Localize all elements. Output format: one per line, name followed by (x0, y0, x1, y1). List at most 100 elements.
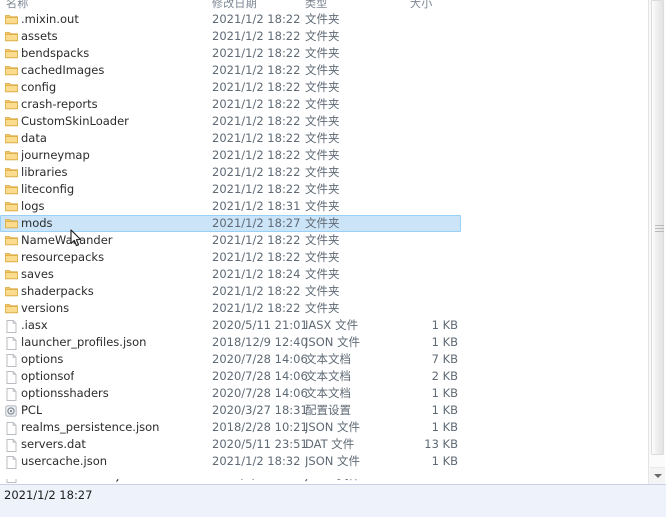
folder-icon (5, 269, 18, 280)
file-date-cell: 2021/1/2 18:22 (212, 284, 301, 298)
file-type-cell: JSON 文件 (305, 454, 361, 468)
file-size-cell (404, 147, 458, 164)
file-type-cell: 文件夹 (305, 165, 340, 179)
file-name-cell: CustomSkinLoader (21, 114, 129, 128)
file-size-cell (404, 113, 458, 130)
file-date-cell: 2021/1/2 18:22 (212, 301, 301, 315)
file-date-cell: 2018/2/28 10:21 (212, 420, 308, 434)
file-name-cell: saves (21, 267, 54, 281)
chevron-down-icon (654, 474, 662, 478)
file-list-row[interactable]: optionsof 2020/7/28 14:06 文本文档 2 KB (0, 368, 648, 385)
file-list-row[interactable]: mods 2021/1/2 18:27 文件夹 (0, 215, 648, 232)
file-name-cell: usercache.json (21, 454, 108, 468)
file-list-row[interactable]: optionsshaders 2020/7/28 14:06 文本文档 1 KB (0, 385, 648, 402)
file-name-cell: options (21, 352, 64, 366)
vertical-scrollbar[interactable] (648, 0, 666, 484)
file-date-cell: 2020/7/28 14:06 (212, 386, 308, 400)
folder-icon (5, 235, 18, 246)
file-name-cell: cachedImages (21, 63, 105, 77)
file-name-cell: .iasx (21, 318, 48, 332)
file-list-row[interactable]: .iasx 2020/5/11 21:01 IASX 文件 1 KB (0, 317, 648, 334)
file-type-cell: 文件夹 (305, 284, 340, 298)
file-list-row[interactable]: shaderpacks 2021/1/2 18:22 文件夹 (0, 283, 648, 300)
file-date-cell: 2021/1/2 18:22 (212, 80, 301, 94)
file-size-cell: 1 KB (431, 335, 458, 349)
file-size-cell: 1 KB (431, 403, 458, 417)
scrollbar-thumb[interactable] (651, 0, 664, 455)
file-date-cell: 2021/1/2 18:22 (212, 63, 301, 77)
file-list-row[interactable]: versions 2021/1/2 18:22 文件夹 (0, 300, 648, 317)
file-name-cell: crash-reports (21, 97, 98, 111)
file-list-row[interactable]: servers.dat 2020/5/11 23:51 DAT 文件 13 KB (0, 436, 648, 453)
file-name-cell: mods (21, 216, 53, 230)
file-type-cell: 文件夹 (305, 148, 340, 162)
file-date-cell: 2021/1/2 18:22 (212, 148, 301, 162)
file-list-row[interactable]: assets 2021/1/2 18:22 文件夹 (0, 28, 648, 45)
folder-icon (5, 252, 18, 263)
status-bar: 2021/1/2 18:27 (0, 484, 666, 517)
file-type-cell: 文件夹 (305, 46, 340, 60)
file-list-row[interactable]: NameWakander 2021/1/2 18:22 文件夹 (0, 232, 648, 249)
folder-icon (5, 65, 18, 76)
file-list-row[interactable]: PCL 2020/3/27 18:31 配置设置 1 KB (0, 402, 648, 419)
file-list-row[interactable]: CustomSkinLoader 2021/1/2 18:22 文件夹 (0, 113, 648, 130)
file-size-cell (404, 300, 458, 317)
file-icon (5, 479, 18, 483)
file-list-row[interactable]: liteconfig 2021/1/2 18:22 文件夹 (0, 181, 648, 198)
file-type-cell: 配置设置 (305, 403, 351, 417)
file-size-cell: 1 KB (431, 386, 458, 400)
file-icon (5, 388, 18, 401)
file-type-cell: 文件夹 (305, 199, 340, 213)
column-header-date-modified[interactable]: 修改日期 (212, 0, 257, 11)
file-date-cell: 2021/1/2 18:22 (212, 250, 301, 264)
file-list-row[interactable]: resourcepacks 2021/1/2 18:22 文件夹 (0, 249, 648, 266)
file-list-row[interactable]: data 2021/1/2 18:22 文件夹 (0, 130, 648, 147)
file-size-cell: 2 KB (431, 369, 458, 383)
file-list-row[interactable]: bendspacks 2021/1/2 18:22 文件夹 (0, 45, 648, 62)
column-header-name[interactable]: 名称 (6, 0, 28, 11)
column-header-size[interactable]: 大小 (410, 0, 432, 11)
file-list-row[interactable]: usercache.json 2021/1/2 18:32 JSON 文件 1 KB (0, 453, 648, 470)
file-type-cell: 文件夹 (305, 267, 340, 281)
file-name-cell: logs (21, 199, 45, 213)
file-name-cell: journeymap (21, 148, 90, 162)
file-date-cell: 2021/1/2 18:32 (212, 454, 301, 468)
file-list-row[interactable]: launcher_profiles.json 2018/12/9 12:40 JSO… (0, 334, 648, 351)
file-list-row[interactable]: config 2021/1/2 18:22 文件夹 (0, 79, 648, 96)
file-type-cell: 文件夹 (305, 114, 340, 128)
file-list-row[interactable]: .mixin.out 2021/1/2 18:22 文件夹 (0, 11, 648, 28)
file-date-cell: 2021/1/2 18:22 (212, 97, 301, 111)
file-list-row[interactable]: journeymap 2021/1/2 18:22 文件夹 (0, 147, 648, 164)
file-type-cell: 文件夹 (305, 182, 340, 196)
file-date-cell: 2021/1/2 18:22 (212, 233, 301, 247)
file-size-cell (404, 249, 458, 266)
file-size-cell (404, 215, 458, 232)
folder-icon (5, 218, 18, 229)
file-name-cell: shaderpacks (21, 284, 94, 298)
file-name-cell: PCL (21, 403, 43, 417)
file-size-cell (404, 181, 458, 198)
file-date-cell: 2020/7/28 14:06 (212, 352, 308, 366)
file-list-row[interactable]: logs 2021/1/2 18:31 文件夹 (0, 198, 648, 215)
file-list-row[interactable]: cachedImages 2021/1/2 18:22 文件夹 (0, 62, 648, 79)
file-list-row[interactable]: saves 2021/1/2 18:24 文件夹 (0, 266, 648, 283)
file-list[interactable]: .mixin.out 2021/1/2 18:22 文件夹 assets 2021/1/… (0, 11, 648, 479)
file-list-row[interactable]: libraries 2021/1/2 18:22 文件夹 (0, 164, 648, 181)
file-size-cell (404, 266, 458, 283)
file-icon (5, 337, 18, 350)
file-name-cell: assets (21, 29, 58, 43)
file-list-row[interactable]: realms_persistence.json 2018/2/28 10:21 JS… (0, 419, 648, 436)
scrollbar-down-arrow-button[interactable] (650, 467, 666, 484)
file-name-cell: realms_persistence.json (21, 420, 160, 434)
file-list-row[interactable]: crash-reports 2021/1/2 18:22 文件夹 (0, 96, 648, 113)
file-name-cell: resourcepacks (21, 250, 105, 264)
file-size-cell (404, 45, 458, 62)
file-icon (5, 456, 18, 469)
file-list-row[interactable]: options 2020/7/28 14:06 文本文档 7 KB (0, 351, 648, 368)
file-type-cell: 文本文档 (305, 386, 351, 400)
config-icon (5, 405, 18, 417)
file-date-cell: 2021/1/2 18:22 (212, 131, 301, 145)
folder-icon (5, 150, 18, 161)
column-header-type[interactable]: 类型 (305, 0, 327, 11)
file-date-cell: 2021/1/2 18:22 (212, 182, 301, 196)
